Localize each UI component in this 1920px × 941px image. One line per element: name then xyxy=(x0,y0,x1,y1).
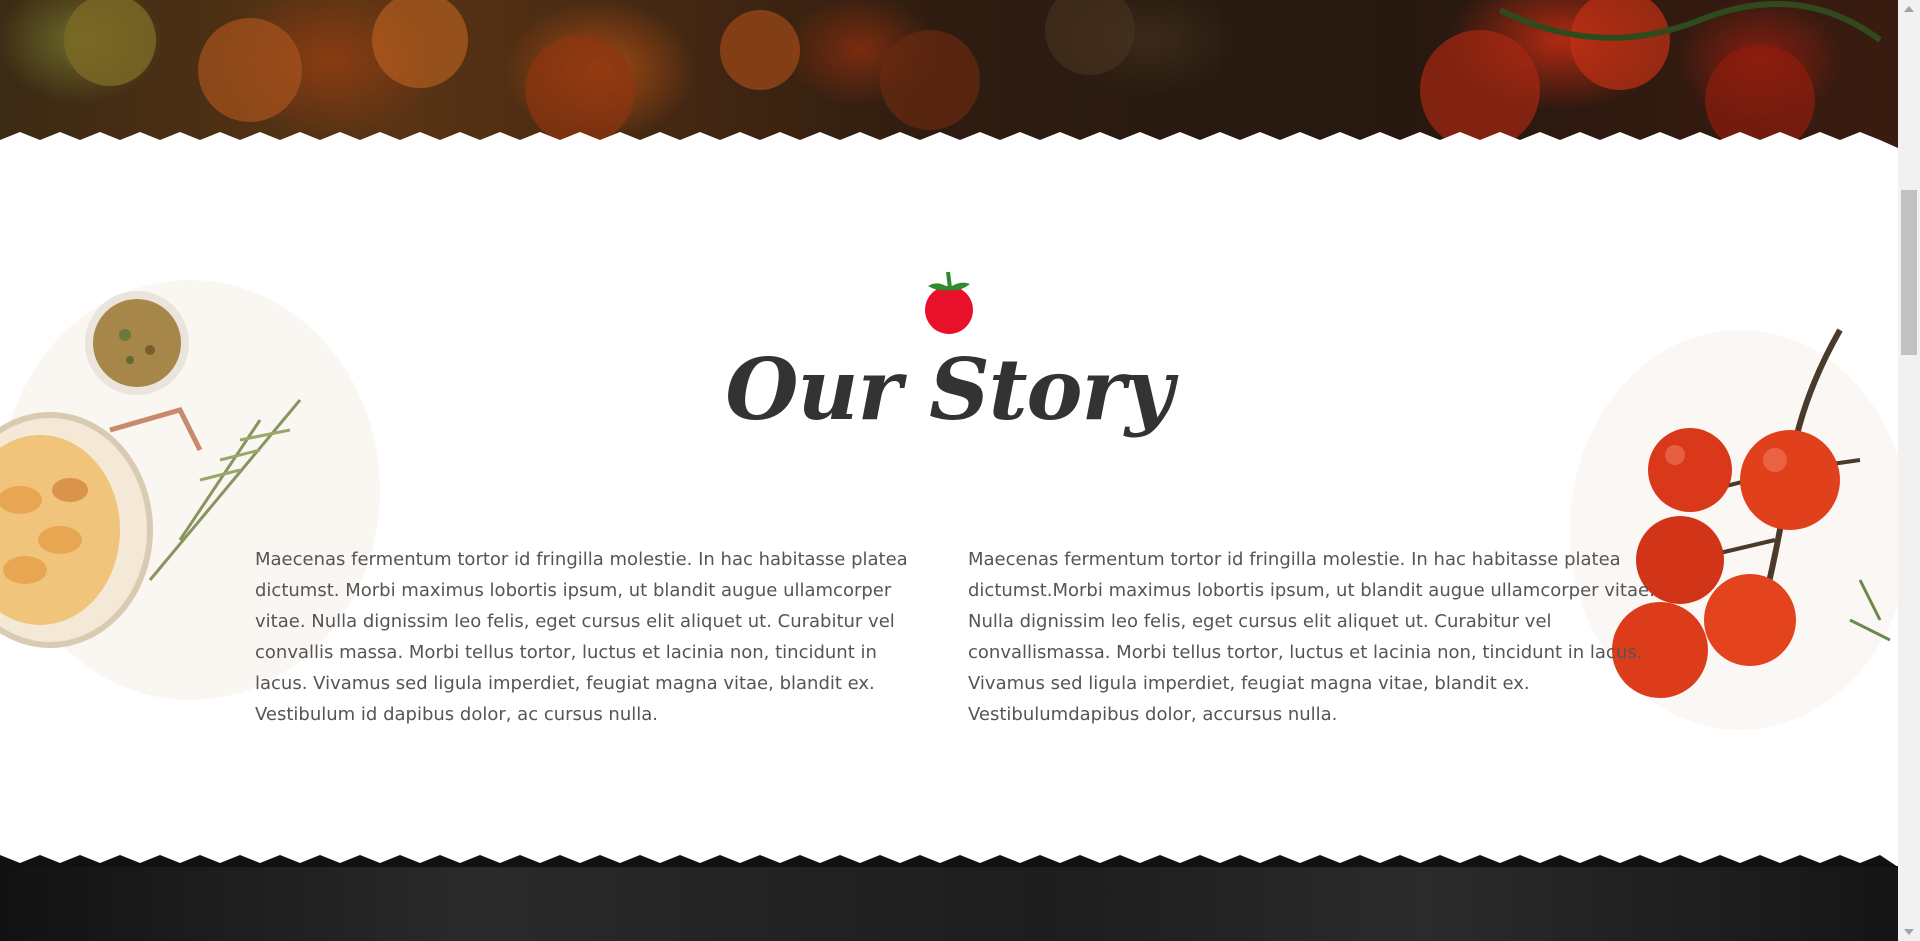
tomato-icon xyxy=(925,271,973,334)
story-paragraph-right: Maecenas fermentum tortor id fringilla m… xyxy=(968,549,1655,725)
zigzag-divider-bottom xyxy=(0,855,1898,867)
story-paragraph-left: Maecenas fermentum tortor id fringilla m… xyxy=(255,549,908,725)
hero-food-image xyxy=(0,0,1898,148)
page-scrollbar[interactable] xyxy=(1898,0,1920,941)
hero-food-texture xyxy=(64,0,1882,148)
zigzag-divider-top xyxy=(0,132,1898,148)
scroll-up-arrow-icon[interactable] xyxy=(1904,6,1914,12)
scroll-down-arrow-icon[interactable] xyxy=(1904,929,1914,935)
section-title: Our Story xyxy=(725,340,1173,439)
scrollbar-thumb[interactable] xyxy=(1901,190,1917,355)
dark-image-band xyxy=(0,866,1898,941)
